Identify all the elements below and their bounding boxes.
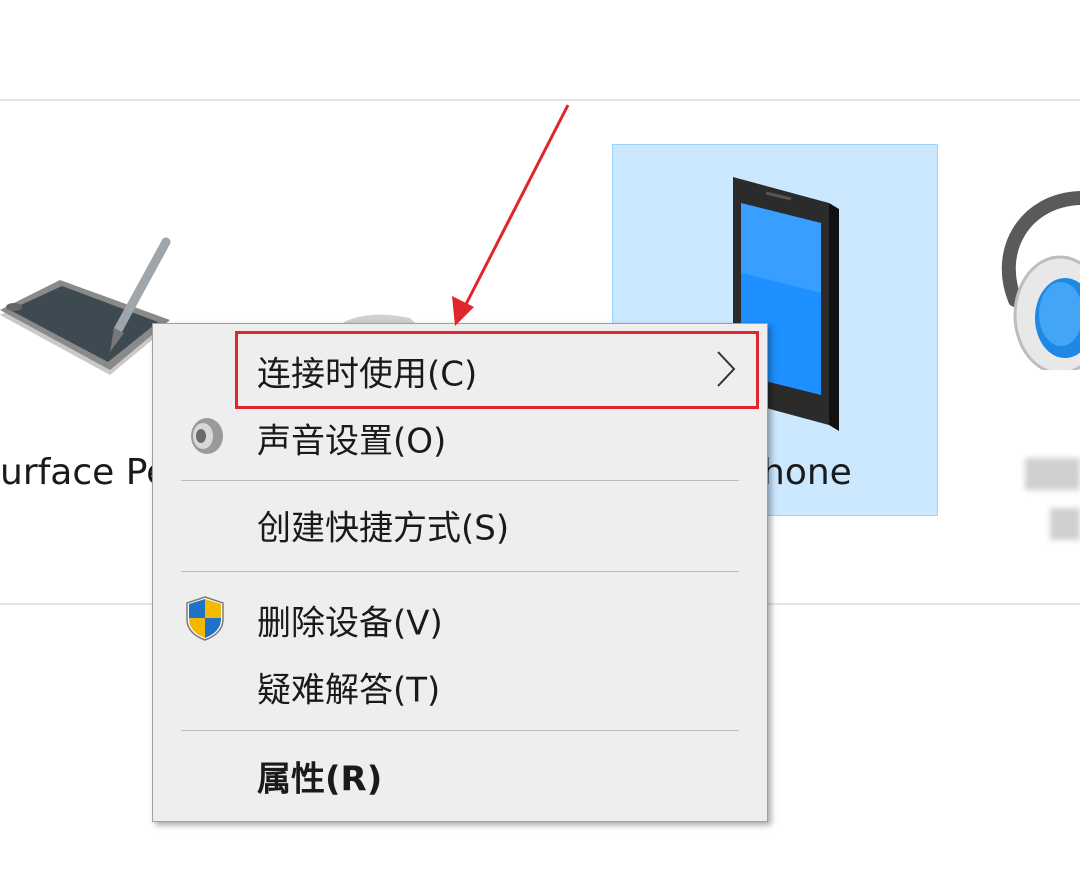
- annotation-highlight-box: [235, 331, 759, 409]
- menu-separator: [181, 571, 739, 572]
- uac-shield-icon: [183, 595, 227, 645]
- device-label-pen: urface Pe: [0, 452, 169, 493]
- menu-item-properties[interactable]: 属性(R): [153, 746, 767, 806]
- device-label-phone: hone: [762, 452, 852, 493]
- menu-item-remove-device[interactable]: 删除设备(V): [153, 590, 767, 650]
- device-label-headset-blurred-2: [1050, 508, 1080, 540]
- headset-icon: [1001, 191, 1080, 375]
- device-headset[interactable]: [995, 190, 1080, 375]
- menu-separator: [181, 480, 739, 481]
- menu-item-label: 属性(R): [257, 759, 383, 800]
- menu-item-label: 创建快捷方式(S): [257, 508, 510, 549]
- menu-item-label: 声音设置(O): [257, 421, 447, 462]
- menu-item-sound-settings[interactable]: 声音设置(O): [153, 408, 767, 468]
- menu-item-label: 删除设备(V): [257, 603, 443, 644]
- top-divider: [0, 99, 1080, 101]
- menu-item-create-shortcut[interactable]: 创建快捷方式(S): [153, 495, 767, 555]
- menu-item-label: 疑难解答(T): [257, 670, 441, 711]
- speaker-icon: [183, 416, 227, 460]
- menu-item-troubleshoot[interactable]: 疑难解答(T): [153, 657, 767, 717]
- device-label-headset-blurred: [1025, 458, 1080, 490]
- menu-separator: [181, 730, 739, 731]
